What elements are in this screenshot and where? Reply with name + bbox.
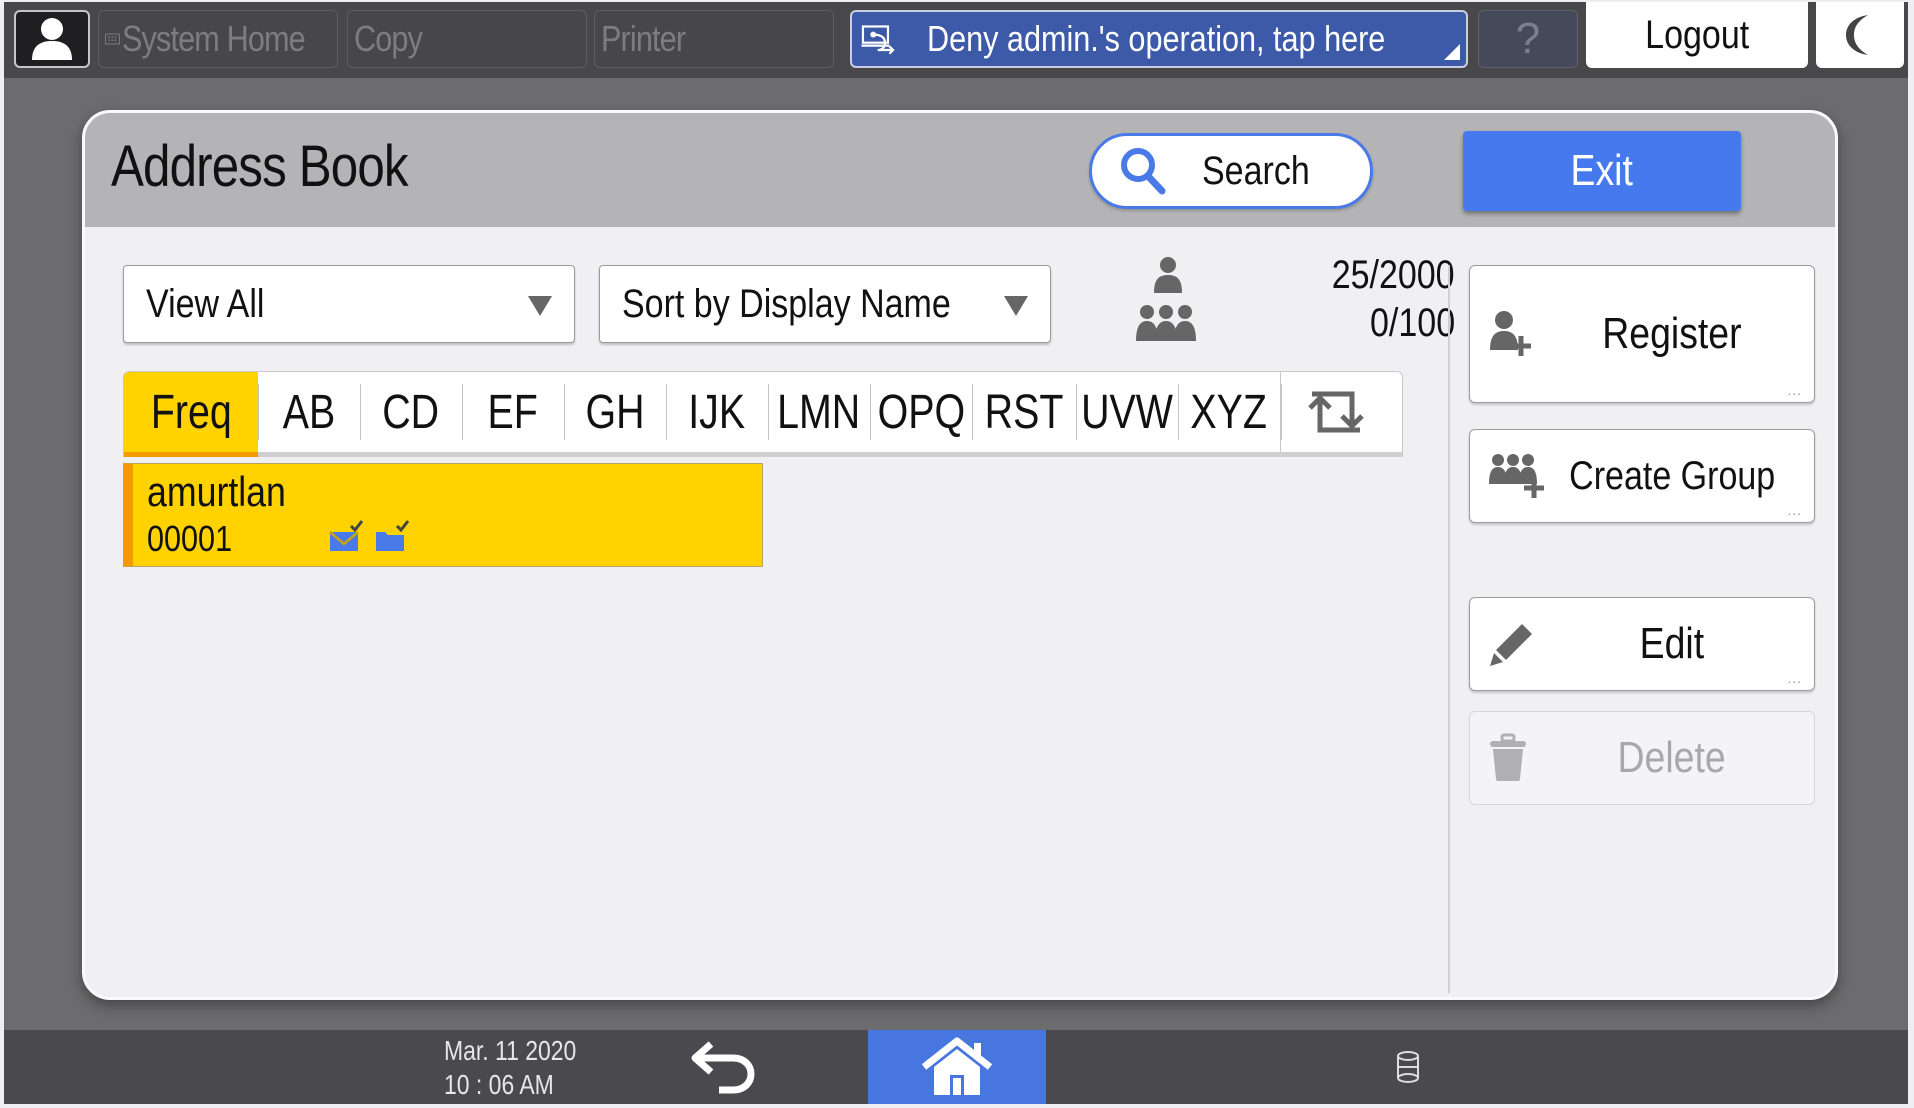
app-label: Copy (354, 18, 423, 59)
entry-icons (329, 520, 411, 552)
date-text: Mar. 11 2020 (444, 1035, 577, 1066)
create-group-label: Create Group (1569, 453, 1775, 498)
chevron-down-icon (528, 296, 552, 316)
register-button[interactable]: Register ... (1469, 265, 1815, 403)
exit-button[interactable]: Exit (1463, 131, 1741, 211)
deny-admin-operation-button[interactable]: Deny admin.'s operation, tap here (850, 10, 1468, 68)
tab-xyz[interactable]: XYZ (1178, 372, 1280, 452)
more-indicator: ... (1787, 502, 1802, 518)
expand-corner-icon (1444, 44, 1460, 60)
logout-label: Logout (1645, 12, 1749, 57)
tab-ijk[interactable]: IJK (666, 372, 768, 452)
page-title: Address Book (111, 134, 409, 199)
user-count: 25/2000 (1332, 253, 1455, 297)
delete-button[interactable]: Delete (1469, 711, 1815, 805)
top-bar: System Home Copy Printer Deny admin.'s o… (4, 2, 1908, 78)
app-label: Printer (601, 18, 686, 59)
edit-label: Edit (1639, 619, 1705, 668)
panel-header: Address Book Search Exit (85, 113, 1835, 227)
view-filter-dropdown[interactable]: View All (123, 265, 575, 343)
moon-icon (1846, 15, 1868, 55)
entry-counts: 25/2000 0/100 (1125, 253, 1455, 353)
remote-operation-icon (861, 25, 895, 55)
back-button[interactable] (674, 1036, 774, 1098)
app-label: System Home (121, 18, 306, 59)
home-button[interactable] (868, 1030, 1046, 1104)
tab-gh[interactable]: GH (564, 372, 666, 452)
time-text: 10 : 06 AM (444, 1069, 554, 1100)
column-divider (1448, 265, 1450, 993)
app-button-printer[interactable]: Printer (594, 10, 834, 68)
tab-opq[interactable]: OPQ (870, 372, 972, 452)
exit-label: Exit (1570, 146, 1634, 195)
sort-dropdown[interactable]: Sort by Display Name (599, 265, 1051, 343)
index-tab-bar: Freq AB CD EF GH IJK LMN OPQ RST UVW XYZ (123, 371, 1403, 457)
search-icon (1121, 148, 1166, 195)
help-icon: ? (1515, 14, 1541, 63)
home-icon (921, 1037, 993, 1095)
pencil-icon (1490, 624, 1532, 666)
tab-ab[interactable]: AB (258, 372, 360, 452)
email-registered-icon (329, 520, 364, 551)
help-button[interactable]: ? (1478, 10, 1578, 68)
user-button[interactable] (14, 10, 90, 68)
tab-lmn[interactable]: LMN (768, 372, 870, 452)
sort-value: Sort by Display Name (622, 281, 951, 326)
bottom-bar: Mar. 11 2020 10 : 06 AM (4, 1030, 1908, 1104)
search-label: Search (1202, 148, 1310, 193)
switch-index-button[interactable] (1280, 372, 1390, 452)
app-button-system-home[interactable]: System Home (98, 10, 338, 68)
more-indicator: ... (1787, 382, 1802, 398)
view-filter-value: View All (146, 281, 265, 326)
storage-icon (1397, 1051, 1419, 1083)
search-button[interactable]: Search (1089, 133, 1373, 209)
date-time: Mar. 11 2020 10 : 06 AM (444, 1034, 605, 1102)
address-entry[interactable]: amurtlan 00001 (123, 463, 763, 567)
more-indicator: ... (1787, 670, 1802, 686)
logout-button[interactable]: Logout (1586, 2, 1808, 68)
tab-uvw[interactable]: UVW (1076, 372, 1178, 452)
chevron-down-icon (1004, 296, 1028, 316)
add-user-icon (1490, 311, 1531, 356)
create-group-button[interactable]: Create Group ... (1469, 429, 1815, 523)
tab-rst[interactable]: RST (972, 372, 1076, 452)
entry-name: amurtlan (147, 468, 286, 515)
back-arrow-icon (691, 1041, 755, 1094)
group-count-icon (1136, 305, 1196, 341)
screen: System Home Copy Printer Deny admin.'s o… (4, 2, 1908, 1104)
tab-ef[interactable]: EF (462, 372, 564, 452)
app-button-copy[interactable]: Copy (347, 10, 587, 68)
tab-freq[interactable]: Freq (124, 372, 258, 457)
swap-arrows-icon (1307, 391, 1364, 433)
delete-label: Delete (1617, 733, 1727, 782)
grid-icon (105, 33, 120, 45)
register-label: Register (1602, 309, 1742, 358)
address-book-panel: Address Book Search Exit View All Sort b… (82, 110, 1838, 1000)
user-count-icon (1154, 257, 1182, 293)
entry-number: 00001 (147, 518, 233, 559)
deny-operation-label: Deny admin.'s operation, tap here (926, 18, 1386, 59)
edit-button[interactable]: Edit ... (1469, 597, 1815, 691)
folder-registered-icon (376, 520, 410, 551)
group-count: 0/100 (1369, 301, 1455, 345)
energy-saver-button[interactable] (1816, 2, 1904, 68)
trash-icon (1490, 733, 1526, 781)
user-icon (32, 18, 72, 60)
tab-cd[interactable]: CD (360, 372, 462, 452)
